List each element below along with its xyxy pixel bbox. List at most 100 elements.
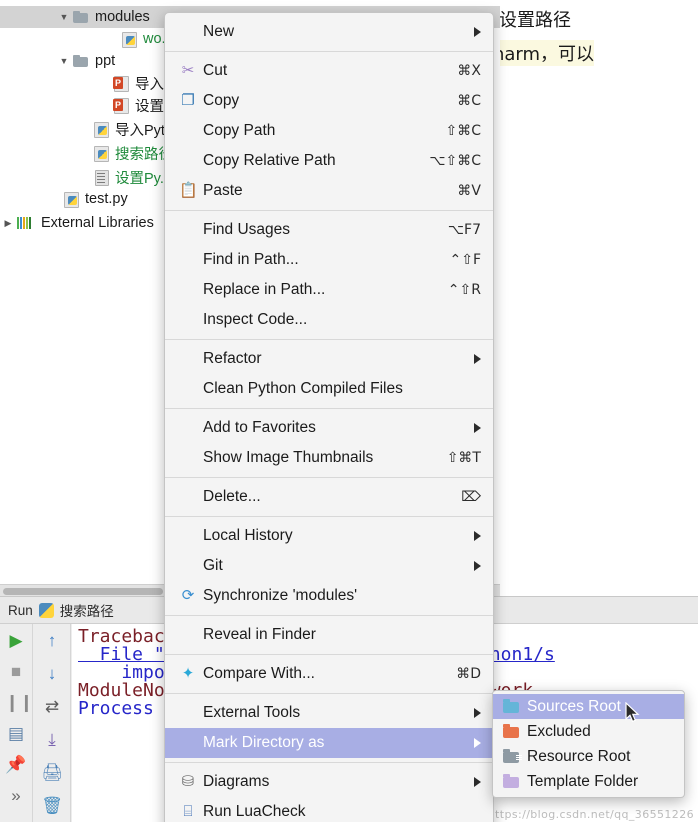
tree-item-label: test.py [85, 191, 128, 207]
twisty-expanded-icon[interactable]: ▼ [56, 12, 72, 22]
menu-item-find-usages[interactable]: Find Usages ⌥F7 [165, 215, 493, 245]
menu-item-label: Run LuaCheck [203, 803, 306, 820]
menu-item-label: Replace in Path... [203, 281, 326, 298]
tree-item[interactable]: test.py [46, 188, 132, 210]
tree-item[interactable]: ▶ External Libraries [0, 212, 158, 234]
run-toolbar-left[interactable]: ▶ ■ ❙❙ ▤ 📌 » [0, 624, 34, 822]
run-button[interactable]: ▶ [5, 630, 27, 652]
menu-item-label: Paste [203, 182, 243, 199]
folder-icon [72, 53, 90, 69]
export-output-button[interactable]: ⤓ [41, 729, 63, 751]
menu-item-paste[interactable]: 📋 Paste ⌘V [165, 176, 493, 206]
menu-item-shortcut: ⌥F7 [447, 222, 481, 238]
menu-item-shortcut: ⌘X [457, 63, 481, 79]
submenu-arrow-icon [474, 423, 481, 433]
menu-item-label: Add to Favorites [203, 419, 316, 436]
menu-item-shortcut: ⇧⌘C [445, 123, 481, 139]
twisty-expanded-icon[interactable]: ▼ [56, 56, 72, 66]
menu-item-git[interactable]: Git [165, 551, 493, 581]
menu-item-delete[interactable]: Delete... ⌦ [165, 482, 493, 512]
menu-item-find-in-path[interactable]: Find in Path... ⌃⇧F [165, 245, 493, 275]
menu-item-label: Copy Relative Path [203, 152, 336, 169]
python-file-icon [92, 121, 110, 138]
menu-item-label: Diagrams [203, 773, 270, 790]
submenu-item-resource-root[interactable]: Resource Root [493, 744, 684, 769]
submenu-item-excluded[interactable]: Excluded [493, 719, 684, 744]
soft-wrap-button[interactable]: ⇄ [41, 696, 63, 718]
menu-item-label: Clean Python Compiled Files [203, 380, 403, 397]
menu-item-icon-spacer [177, 449, 201, 467]
pause-button[interactable]: ❙❙ [5, 692, 34, 714]
menu-item-shortcut: ⌥⇧⌘C [429, 153, 481, 169]
pin-tab-button[interactable]: 📌 [5, 754, 27, 776]
menu-item-inspect-code[interactable]: Inspect Code... [165, 305, 493, 335]
menu-item-label: Synchronize 'modules' [203, 587, 358, 604]
menu-item-copy[interactable]: ❐ Copy ⌘C [165, 86, 493, 116]
down-stack-trace-button[interactable]: ↓ [41, 663, 63, 685]
submenu-item-template-folder[interactable]: Template Folder [493, 769, 684, 794]
menu-item-copy-relative-path[interactable]: Copy Relative Path ⌥⇧⌘C [165, 146, 493, 176]
print-button[interactable]: 🖨 [41, 762, 63, 784]
menu-item-mark-directory-as[interactable]: Mark Directory as [165, 728, 493, 758]
menu-item-compare-with[interactable]: ✦ Compare With... ⌘D [165, 659, 493, 689]
stop-button[interactable]: ■ [5, 661, 27, 683]
menu-item-shortcut: ⌃⇧F [449, 252, 481, 268]
menu-item-icon-spacer [177, 281, 201, 299]
menu-item-refactor[interactable]: Refactor [165, 344, 493, 374]
menu-item-external-tools[interactable]: External Tools [165, 698, 493, 728]
menu-item-label: External Tools [203, 704, 301, 721]
menu-item-label: New [203, 23, 235, 40]
folder-lines-icon [501, 749, 523, 765]
tree-item-label: modules [95, 9, 150, 25]
menu-item-shortcut: ⌘V [457, 183, 481, 199]
submenu-arrow-icon [474, 777, 481, 787]
powerpoint-icon [112, 97, 130, 114]
menu-item-icon-spacer [177, 251, 201, 269]
menu-item-run-luacheck[interactable]: ⌸ Run LuaCheck [165, 797, 493, 822]
submenu-arrow-icon [474, 354, 481, 364]
menu-item-show-image-thumbnails[interactable]: Show Image Thumbnails ⇧⌘T [165, 443, 493, 473]
mark-directory-as-submenu[interactable]: Sources Root Excluded Resource Root Templat… [492, 690, 685, 798]
submenu-item-sources-root[interactable]: Sources Root [493, 694, 684, 719]
menu-item-clean-python-compiled-files[interactable]: Clean Python Compiled Files [165, 374, 493, 404]
menu-item-label: Inspect Code... [203, 311, 308, 328]
menu-item-copy-path[interactable]: Copy Path ⇧⌘C [165, 116, 493, 146]
text-file-icon [92, 169, 110, 186]
menu-item-replace-in-path[interactable]: Replace in Path... ⌃⇧R [165, 275, 493, 305]
menu-item-synchronize-modules[interactable]: ⟳ Synchronize 'modules' [165, 581, 493, 611]
up-stack-trace-button[interactable]: ↑ [41, 630, 63, 652]
menu-item-diagrams[interactable]: ⛁ Diagrams [165, 767, 493, 797]
menu-item-add-to-favorites[interactable]: Add to Favorites [165, 413, 493, 443]
menu-item-icon-spacer [177, 311, 201, 329]
menu-separator [165, 477, 493, 478]
menu-item-label: Find in Path... [203, 251, 299, 268]
submenu-arrow-icon [474, 708, 481, 718]
tree-item-label: External Libraries [41, 215, 154, 231]
menu-item-local-history[interactable]: Local History [165, 521, 493, 551]
menu-item-cut[interactable]: ✂ Cut ⌘X [165, 56, 493, 86]
menu-item-label: Copy [203, 92, 240, 109]
menu-item-icon-spacer [177, 221, 201, 239]
clear-all-button[interactable]: 🗑 [41, 795, 63, 817]
scissors-icon: ✂ [181, 62, 195, 79]
editor-area[interactable]: 3. 通过sys.path设置路径 4. 如果使用PyCharm，可以 [500, 0, 698, 584]
submenu-arrow-icon [474, 531, 481, 541]
menu-item-reveal-in-finder[interactable]: Reveal in Finder [165, 620, 493, 650]
run-toolbar-right[interactable]: ↑ ↓ ⇄ ⤓ 🖨 🗑 [34, 624, 71, 822]
twisty-collapsed-icon[interactable]: ▶ [0, 218, 16, 229]
menu-item-icon-spacer [177, 380, 201, 398]
scrollbar-thumb[interactable] [3, 588, 163, 595]
editor-text-line: 3. 通过sys.path设置路径 [500, 10, 571, 31]
menu-item-new[interactable]: New [165, 17, 493, 47]
context-menu[interactable]: New ✂ Cut ⌘X ❐ Copy ⌘C Copy Path ⇧⌘C Copy Relativ… [164, 12, 494, 822]
tree-item[interactable]: ▼ ppt [56, 50, 119, 72]
menu-item-label: Cut [203, 62, 228, 79]
menu-item-label: Copy Path [203, 122, 276, 139]
run-configuration-name: 搜索路径 [59, 604, 114, 619]
expand-button[interactable]: » [5, 785, 27, 807]
restore-layout-button[interactable]: ▤ [5, 723, 27, 745]
editor-text-line: 4. 如果使用PyCharm，可以 [500, 40, 595, 66]
menu-item-shortcut: ⌦ [461, 489, 481, 505]
menu-item-icon-spacer [177, 626, 201, 644]
menu-item-icon-spacer [177, 152, 201, 170]
